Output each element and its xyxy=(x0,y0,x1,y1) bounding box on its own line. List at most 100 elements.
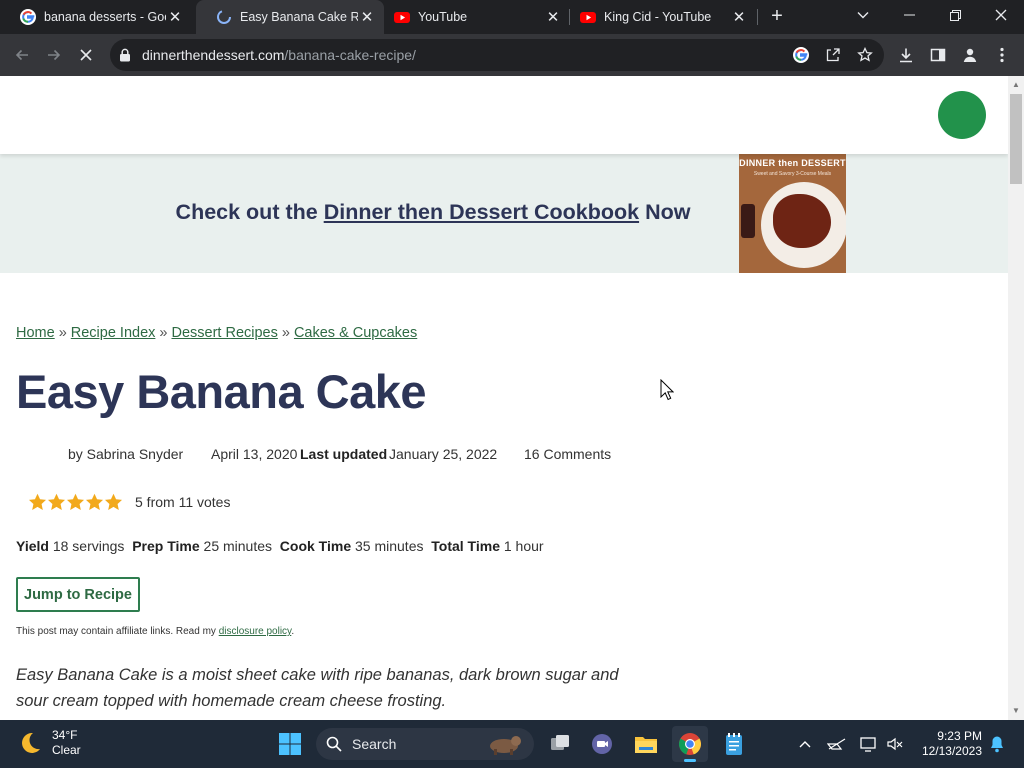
weather-widget[interactable]: 34°F Clear xyxy=(18,728,81,758)
downloads-button[interactable] xyxy=(896,45,916,65)
close-tab-icon[interactable]: ✕ xyxy=(544,8,562,26)
restore-button[interactable] xyxy=(932,0,978,30)
forward-button[interactable] xyxy=(42,43,66,67)
weather-condition: Clear xyxy=(52,743,81,757)
scroll-down-arrow-icon[interactable]: ▼ xyxy=(1012,706,1020,715)
tab-youtube[interactable]: YouTube ✕ xyxy=(384,0,570,34)
star-icon[interactable] xyxy=(47,493,66,511)
affiliate-period: . xyxy=(291,626,295,637)
display-icon-button[interactable] xyxy=(858,734,880,754)
prep-time-value: 25 minutes xyxy=(203,538,273,554)
task-view-button[interactable] xyxy=(542,726,578,762)
browser-toolbar: dinnerthendessert.com/banana-cake-recipe… xyxy=(0,34,1024,76)
recipe-intro: Easy Banana Cake is a moist sheet cake w… xyxy=(16,666,619,710)
close-tab-icon[interactable]: ✕ xyxy=(358,8,376,26)
recipe-rating[interactable]: 5 from 11 votes xyxy=(28,492,230,512)
side-panel-icon xyxy=(930,48,946,62)
windows-taskbar: 34°F Clear Search 9:23 PM 12/13/2023 xyxy=(0,720,1024,768)
url-text[interactable]: dinnerthendessert.com/banana-cake-recipe… xyxy=(142,47,416,63)
tab-search-button[interactable] xyxy=(840,0,886,30)
star-icon[interactable] xyxy=(28,493,47,511)
share-button[interactable] xyxy=(824,46,842,64)
volume-button[interactable] xyxy=(884,734,906,754)
star-icon[interactable] xyxy=(85,493,104,511)
share-icon xyxy=(826,48,840,62)
close-tab-icon[interactable]: ✕ xyxy=(166,8,184,26)
jump-to-recipe-button[interactable]: Jump to Recipe xyxy=(16,577,140,612)
tab-title: YouTube xyxy=(418,10,468,24)
promo-prefix: Check out the xyxy=(175,200,318,224)
post-author[interactable]: by Sabrina Snyder xyxy=(68,446,183,462)
yield-value: 18 servings xyxy=(52,538,125,554)
tab-google-search[interactable]: banana desserts - Google Search ✕ xyxy=(0,0,192,34)
google-lens-button[interactable] xyxy=(792,46,810,64)
teams-chat-button[interactable] xyxy=(584,726,620,762)
notepad-button[interactable] xyxy=(716,726,752,762)
minimize-button[interactable] xyxy=(886,0,932,30)
cook-time-label: Cook Time xyxy=(279,538,352,554)
site-menu-button[interactable] xyxy=(938,91,986,139)
affiliate-disclaimer: This post may contain affiliate links. R… xyxy=(16,626,294,637)
clock-date: 12/13/2023 xyxy=(921,744,982,758)
chrome-taskbar-button[interactable] xyxy=(672,726,708,762)
tab-king-cid[interactable]: King Cid - YouTube ✕ xyxy=(570,0,756,34)
page-title: Easy Banana Cake xyxy=(16,365,427,418)
tab-title: Easy Banana Cake Recipe xyxy=(240,10,358,24)
breadcrumb-dessert-recipes[interactable]: Dessert Recipes xyxy=(171,325,277,341)
arrow-right-icon xyxy=(48,49,61,61)
windows-logo-icon xyxy=(279,733,301,755)
book-cover-title: DINNER then DESSERT xyxy=(739,158,846,168)
breadcrumb-separator: » xyxy=(58,325,67,341)
chrome-menu-button[interactable] xyxy=(992,45,1012,65)
arrow-left-icon xyxy=(15,49,28,61)
search-label: Search xyxy=(352,736,397,752)
lock-icon[interactable] xyxy=(119,48,131,62)
active-app-indicator xyxy=(684,759,696,762)
cook-time-value: 35 minutes xyxy=(355,538,424,554)
loading-spinner-icon xyxy=(217,10,231,24)
show-hidden-icons-button[interactable] xyxy=(794,734,816,754)
chevron-up-icon xyxy=(799,741,811,748)
tab-title: banana desserts - Google Search xyxy=(44,10,166,24)
total-time-label: Total Time xyxy=(431,538,500,554)
back-button[interactable] xyxy=(10,43,34,67)
taskbar-search[interactable]: Search xyxy=(316,728,534,760)
star-icon[interactable] xyxy=(66,493,85,511)
start-button[interactable] xyxy=(272,726,308,762)
system-clock[interactable]: 9:23 PM 12/13/2023 xyxy=(912,729,982,759)
search-icon xyxy=(326,736,342,752)
profile-button[interactable] xyxy=(960,45,980,65)
disclosure-policy-link[interactable]: disclosure policy xyxy=(219,626,292,637)
breadcrumb-home[interactable]: Home xyxy=(16,325,55,341)
tab-banana-cake[interactable]: Easy Banana Cake Recipe ✕ xyxy=(196,0,384,34)
new-tab-button[interactable]: + xyxy=(766,6,788,28)
stop-loading-button[interactable] xyxy=(74,43,98,67)
notepad-icon xyxy=(726,733,742,755)
chevron-down-icon xyxy=(857,12,869,19)
bell-icon xyxy=(991,736,1003,753)
side-panel-button[interactable] xyxy=(928,45,948,65)
close-window-button[interactable] xyxy=(978,0,1024,30)
file-explorer-button[interactable] xyxy=(628,726,664,762)
bookmark-button[interactable] xyxy=(856,46,874,64)
notifications-button[interactable] xyxy=(986,734,1008,754)
comments-link[interactable]: 16 Comments xyxy=(524,446,611,462)
web-page: Check out the Dinner then Dessert Cookbo… xyxy=(0,76,1008,720)
cookbook-cover-image[interactable]: DINNER then DESSERT Sweet and Savory 3-C… xyxy=(739,154,846,273)
breadcrumb-cakes-cupcakes[interactable]: Cakes & Cupcakes xyxy=(294,325,417,341)
star-rating[interactable] xyxy=(28,493,123,511)
restore-icon xyxy=(949,9,961,21)
cookbook-link[interactable]: Dinner then Dessert Cookbook xyxy=(324,200,639,224)
address-bar[interactable]: dinnerthendessert.com/banana-cake-recipe… xyxy=(110,39,884,71)
star-icon[interactable] xyxy=(104,493,123,511)
task-view-icon xyxy=(551,735,569,750)
folder-icon xyxy=(635,737,657,753)
scrollbar-thumb[interactable] xyxy=(1010,94,1022,184)
breadcrumb-recipe-index[interactable]: Recipe Index xyxy=(71,325,156,341)
scroll-up-arrow-icon[interactable]: ▲ xyxy=(1012,80,1020,89)
yield-label: Yield xyxy=(16,538,49,554)
network-status[interactable] xyxy=(826,734,848,754)
rating-text: 5 from 11 votes xyxy=(135,494,231,510)
close-tab-icon[interactable]: ✕ xyxy=(730,8,748,26)
page-scrollbar[interactable]: ▲ ▼ xyxy=(1008,76,1024,720)
